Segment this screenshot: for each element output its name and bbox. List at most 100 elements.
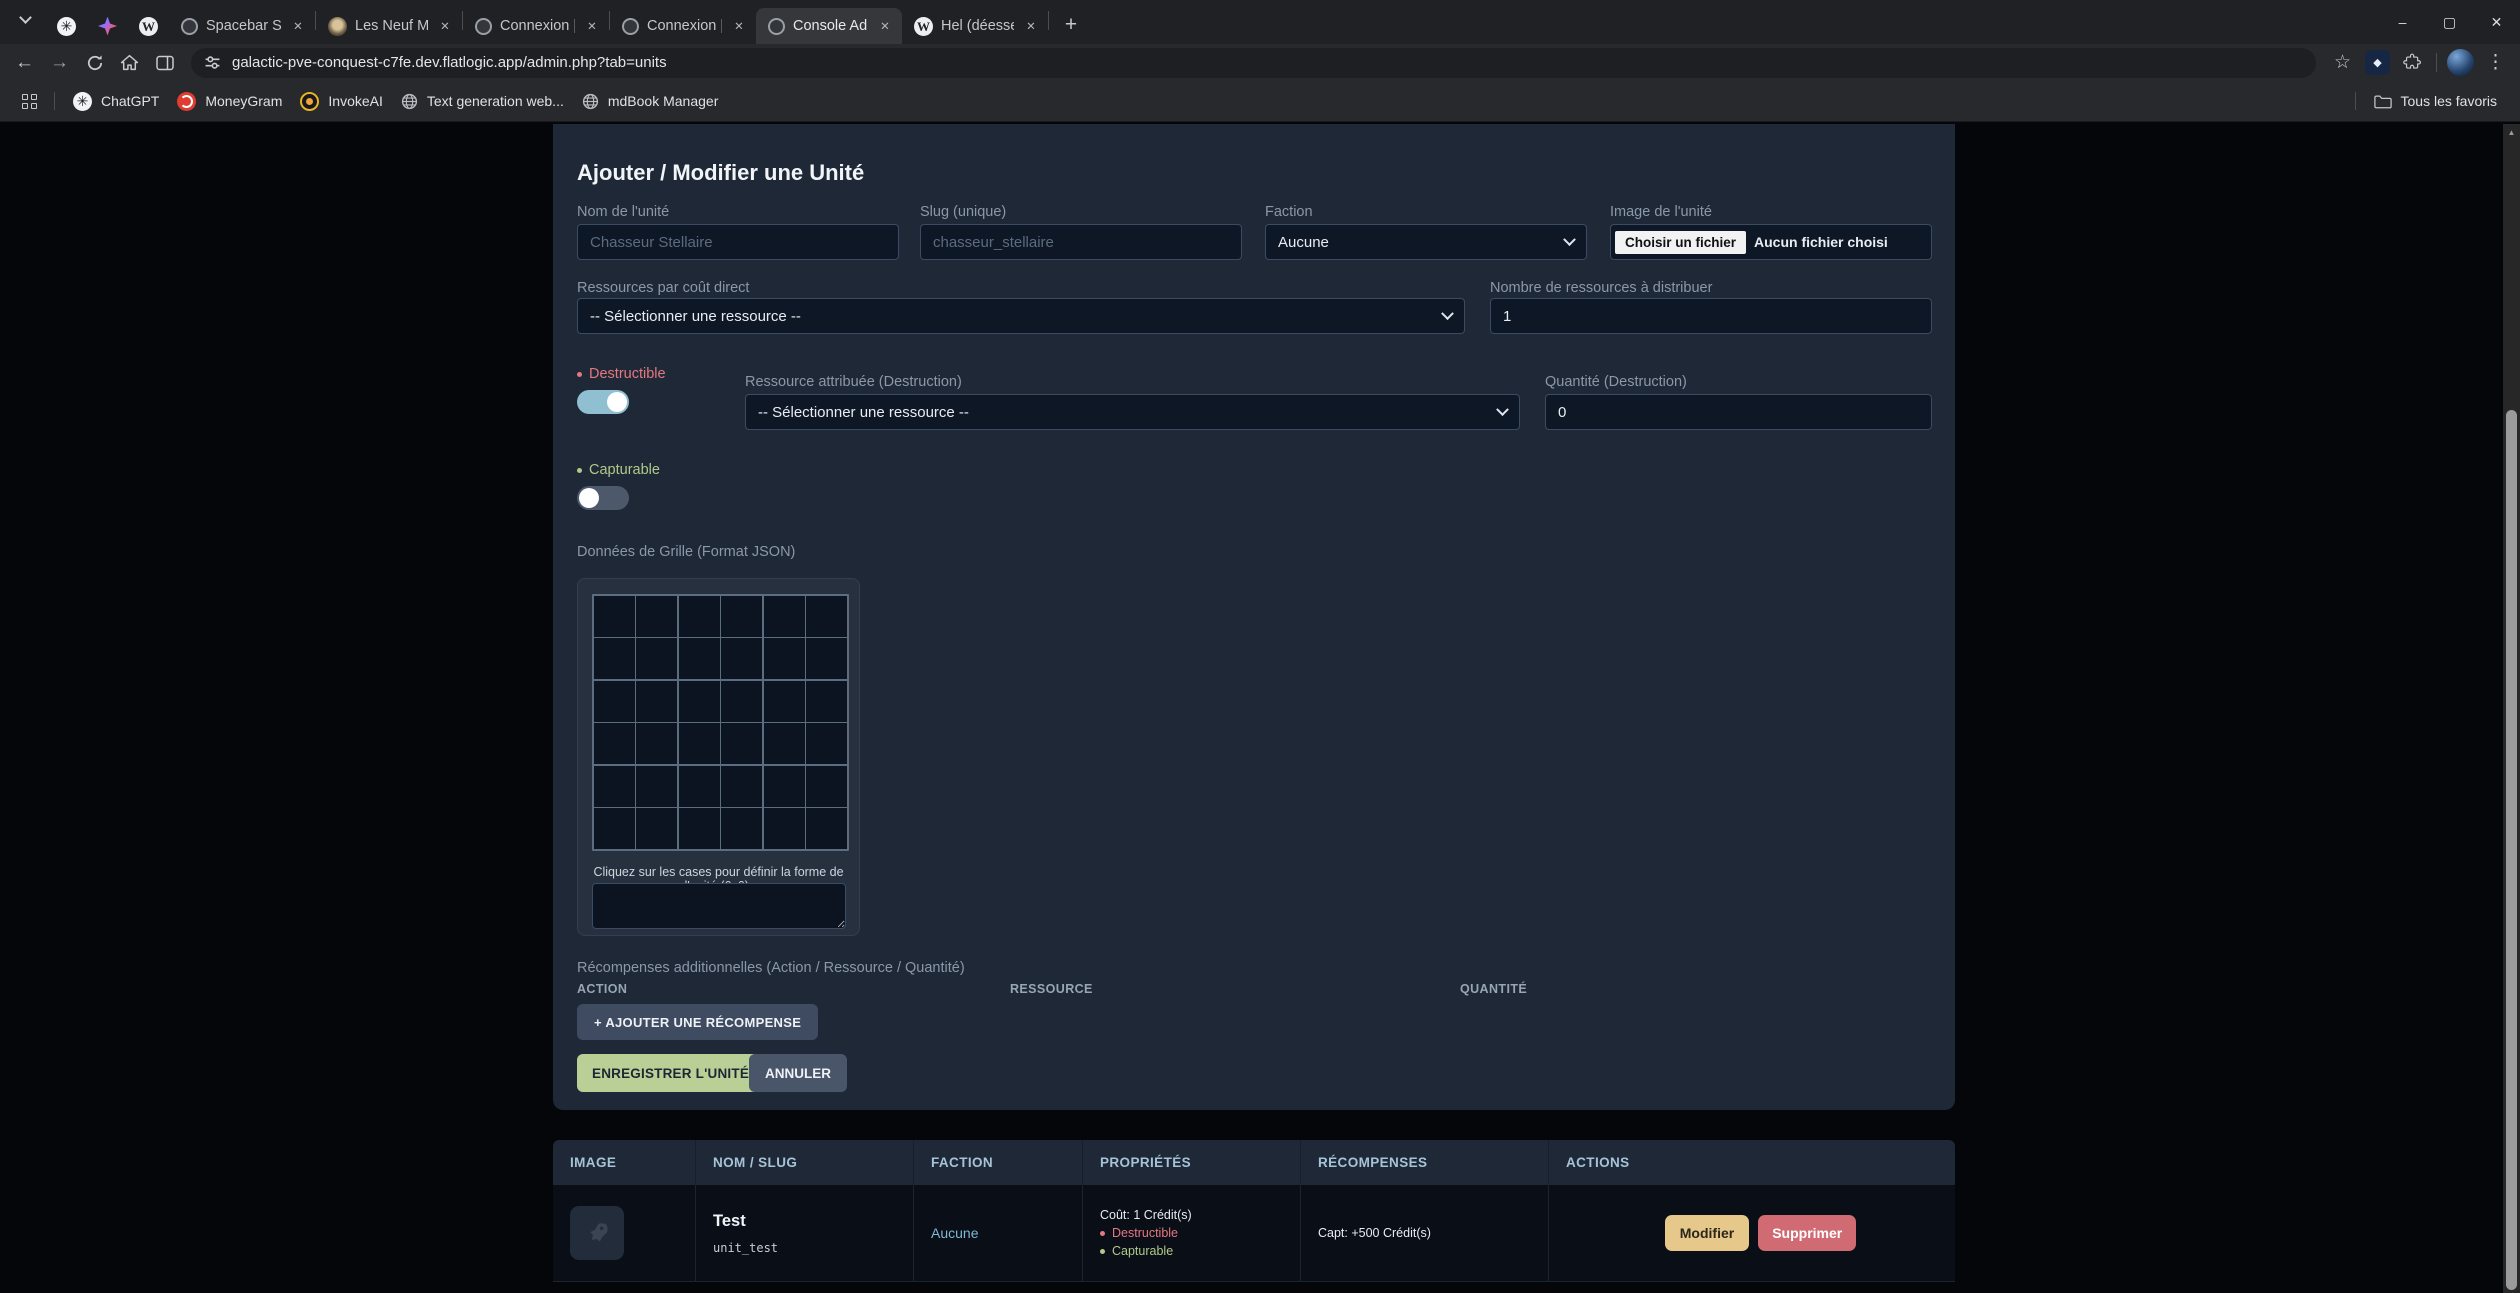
minimize-button[interactable]: – [2379,0,2426,44]
grid-cell[interactable] [636,681,677,722]
tab-search-button[interactable] [10,4,40,34]
grid-cell[interactable] [679,808,720,849]
grid-cell[interactable] [679,596,720,637]
cancel-button[interactable]: ANNULER [749,1054,847,1092]
grid-cell[interactable] [721,596,762,637]
grid-cell[interactable] [721,723,762,764]
tab-connexion-corvara-2[interactable]: Connexion | Corvara ✕ [610,8,756,44]
destruction-qty-input[interactable] [1545,394,1932,430]
grid-cell[interactable] [764,723,805,764]
tab-connexion-corvara-1[interactable]: Connexion | Corvara ✕ [463,8,609,44]
page-scrollbar[interactable]: ▲ ▼ [2503,124,2520,1293]
edit-unit-button[interactable]: Modifier [1665,1215,1749,1251]
url-text[interactable]: galactic-pve-conquest-c7fe.dev.flatlogic… [232,54,667,71]
bookmark-moneygram[interactable]: MoneyGram [168,92,291,111]
tab-separator [1048,11,1049,30]
cost-resource-select[interactable]: -- Sélectionner une ressource -- [577,298,1465,334]
grid-cell[interactable] [594,766,635,807]
close-icon[interactable]: ✕ [876,17,894,35]
bookmark-mdbook-manager[interactable]: mdBook Manager [573,93,728,110]
scrollbar-thumb[interactable] [2506,410,2517,1290]
grid-cell[interactable] [806,681,847,722]
tab-spacebar-server[interactable]: Spacebar Server ✕ [169,8,315,44]
all-bookmarks-button[interactable]: Tous les favoris [2365,93,2506,109]
bookmark-label: mdBook Manager [608,93,719,109]
grid-cell[interactable] [636,638,677,679]
grid-cell[interactable] [721,638,762,679]
side-panel-button[interactable] [148,47,181,78]
back-button[interactable]: ← [8,47,41,78]
resource-count-input[interactable] [1490,298,1932,334]
bookmark-star-button[interactable]: ☆ [2326,47,2359,78]
grid-cell[interactable] [594,681,635,722]
grid-cell[interactable] [764,808,805,849]
grid-cell[interactable] [806,808,847,849]
grid-cell[interactable] [764,596,805,637]
pinned-tab-wordpress[interactable]: W [128,8,169,44]
grid-cell[interactable] [764,681,805,722]
scroll-up-arrow[interactable]: ▲ [2503,124,2520,140]
toggle-knob [607,392,627,412]
slug-input[interactable] [920,224,1242,260]
grid-cell[interactable] [594,638,635,679]
unit-image-file-input[interactable]: Choisir un fichier Aucun fichier choisi [1610,224,1932,260]
grid-cell[interactable] [679,638,720,679]
delete-unit-button[interactable]: Supprimer [1758,1215,1856,1251]
extension-shortcut-button[interactable]: ◆ [2361,47,2394,78]
close-icon[interactable]: ✕ [730,17,748,35]
home-button[interactable] [113,47,146,78]
forward-button[interactable]: → [43,47,76,78]
close-icon[interactable]: ✕ [583,17,601,35]
grid-cell[interactable] [636,596,677,637]
browser-toolbar: ← → galactic-pve-conquest-c7fe.dev.flatl… [0,44,2520,81]
grid-cell[interactable] [679,723,720,764]
apps-grid-icon[interactable] [22,94,37,109]
unit-name-input[interactable] [577,224,899,260]
grid-cell[interactable] [806,638,847,679]
save-unit-button[interactable]: ENREGISTRER L'UNITÉ [577,1054,764,1092]
profile-button[interactable] [2444,47,2477,78]
tab-neuf-mondes[interactable]: Les Neuf Mondes de la Mytholo ✕ [316,8,462,44]
grid-cell[interactable] [594,808,635,849]
destruction-resource-select[interactable]: -- Sélectionner une ressource -- [745,394,1520,430]
maximize-button[interactable]: ▢ [2426,0,2473,44]
faction-select[interactable]: Aucune [1265,224,1587,260]
choose-file-button[interactable]: Choisir un fichier [1615,231,1746,254]
address-bar[interactable]: galactic-pve-conquest-c7fe.dev.flatlogic… [191,48,2316,78]
browser-menu-button[interactable]: ⋮ [2479,47,2512,78]
reload-button[interactable] [78,47,111,78]
close-window-button[interactable]: ✕ [2473,0,2520,44]
pinned-tab-chatgpt[interactable]: ✳ [46,8,87,44]
grid-cell[interactable] [806,766,847,807]
grid-cell[interactable] [806,596,847,637]
grid-cell[interactable] [636,808,677,849]
grid-cell[interactable] [721,681,762,722]
destructible-toggle[interactable] [577,390,629,414]
tab-hel-wikipedia[interactable]: W Hel (déesse) — Wikipédia ✕ [902,8,1048,44]
grid-cell[interactable] [636,723,677,764]
bookmark-text-generation[interactable]: Text generation web... [392,93,573,110]
grid-cell[interactable] [806,723,847,764]
pinned-tab-gemini[interactable] [87,8,128,44]
tab-console-admin-nexus-active[interactable]: Console Admin - Nexus ✕ [756,8,902,44]
grid-cell[interactable] [636,766,677,807]
capturable-toggle[interactable] [577,486,629,510]
bookmark-invokeai[interactable]: InvokeAI [291,92,391,111]
extensions-button[interactable] [2396,47,2429,78]
grid-cell[interactable] [764,766,805,807]
grid-cell[interactable] [594,723,635,764]
close-icon[interactable]: ✕ [289,17,307,35]
unit-name-label: Nom de l'unité [577,204,669,220]
grid-cell[interactable] [594,596,635,637]
grid-cell[interactable] [721,808,762,849]
grid-cell[interactable] [721,766,762,807]
bookmark-chatgpt[interactable]: ✳ ChatGPT [64,92,168,111]
close-icon[interactable]: ✕ [1022,17,1040,35]
grid-cell[interactable] [679,766,720,807]
close-icon[interactable]: ✕ [436,17,454,35]
grid-cell[interactable] [679,681,720,722]
grid-cell[interactable] [764,638,805,679]
grid-json-textarea[interactable] [592,883,846,929]
add-reward-button[interactable]: + AJOUTER UNE RÉCOMPENSE [577,1004,818,1040]
new-tab-button[interactable]: + [1056,10,1086,40]
